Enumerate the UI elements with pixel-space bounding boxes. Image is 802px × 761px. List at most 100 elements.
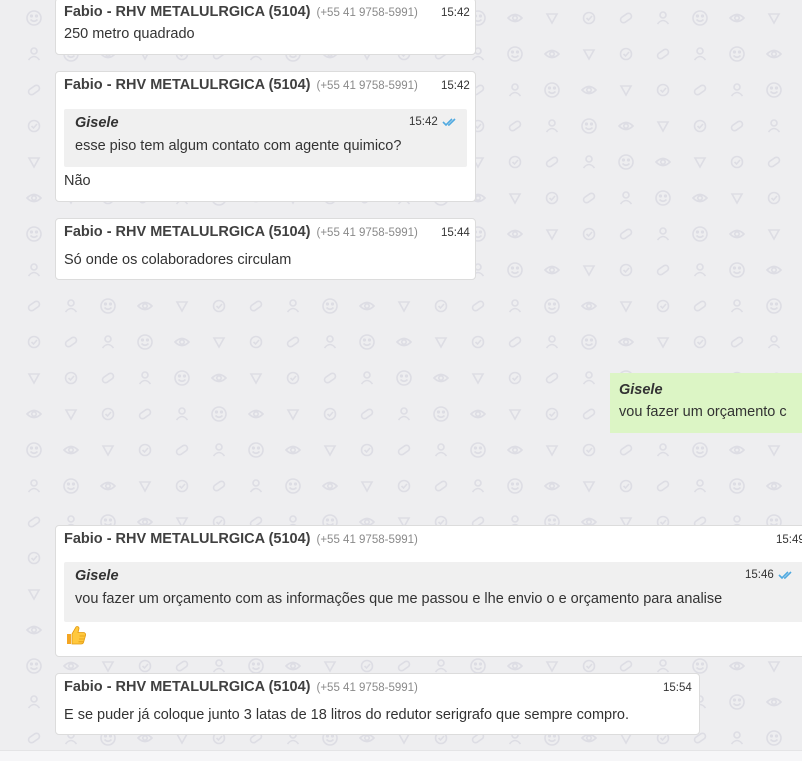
pattern-doodle <box>137 334 153 350</box>
pattern-doodle <box>767 119 781 133</box>
pattern-doodle <box>765 697 783 707</box>
pattern-doodle <box>545 13 559 25</box>
pattern-doodle <box>27 300 41 312</box>
pattern-doodle <box>175 660 189 672</box>
incoming-message[interactable]: Fabio - RHV METALULRGICA (5104) (+55 41 9… <box>55 0 476 55</box>
pattern-doodle <box>619 12 633 24</box>
pattern-doodle <box>544 298 560 314</box>
pattern-doodle <box>580 85 598 95</box>
incoming-message[interactable]: Fabio - RHV METALULRGICA (5104) (+55 41 9… <box>55 218 476 280</box>
pattern-doodle <box>728 13 746 23</box>
pattern-doodle <box>618 154 634 170</box>
composer-bar-edge <box>0 750 802 761</box>
pattern-doodle <box>766 82 782 98</box>
thumbs-up-icon <box>67 626 87 645</box>
pattern-doodle <box>581 118 597 134</box>
pattern-doodle <box>617 121 635 131</box>
pattern-doodle <box>173 337 191 347</box>
pattern-doodle <box>545 119 559 133</box>
pattern-doodle <box>247 409 265 419</box>
pattern-doodle <box>212 443 226 457</box>
message-time: 15:49 <box>776 534 802 546</box>
pattern-doodle <box>543 49 561 59</box>
pattern-doodle <box>693 47 707 61</box>
pattern-doodle <box>471 479 485 493</box>
pattern-doodle <box>693 263 707 277</box>
pattern-doodle <box>138 481 152 493</box>
pattern-doodle <box>582 265 596 277</box>
pattern-doodle <box>619 479 633 493</box>
pattern-doodle <box>101 661 115 673</box>
incoming-message[interactable]: Fabio - RHV METALULRGICA (5104) (+55 41 9… <box>55 673 700 735</box>
pattern-doodle <box>249 300 263 312</box>
pattern-doodle <box>767 191 781 205</box>
pattern-doodle <box>693 157 707 169</box>
pattern-doodle <box>543 481 561 491</box>
pattern-doodle <box>654 157 672 167</box>
pattern-doodle <box>360 443 374 457</box>
pattern-doodle <box>101 372 115 384</box>
pattern-doodle <box>507 46 523 62</box>
pattern-doodle <box>396 370 412 386</box>
pattern-doodle <box>397 301 411 313</box>
pattern-doodle <box>582 49 596 61</box>
pattern-doodle <box>27 479 41 493</box>
quoted-message[interactable]: Gisele 15:42 esse piso tem algum contato… <box>64 109 467 167</box>
pattern-doodle <box>138 659 152 673</box>
pattern-doodle <box>175 407 189 421</box>
pattern-doodle <box>728 661 746 671</box>
message-time: 15:42 <box>441 7 470 19</box>
quoted-message[interactable]: Gisele 15:46 vou fazer um orçamento com … <box>64 562 802 622</box>
pattern-doodle <box>27 516 41 528</box>
outgoing-message[interactable]: Gisele vou fazer um orçamento c <box>610 373 802 433</box>
pattern-doodle <box>693 479 707 493</box>
pattern-doodle <box>508 299 522 313</box>
pattern-doodle <box>323 661 337 673</box>
sender-name: Fabio - RHV METALULRGICA (5104) (+55 41 9… <box>64 4 418 20</box>
pattern-doodle <box>656 659 670 673</box>
pattern-doodle <box>619 85 633 97</box>
incoming-message[interactable]: Fabio - RHV METALULRGICA (5104) (+55 41 9… <box>55 71 476 202</box>
quoted-sender: Gisele <box>75 568 119 584</box>
pattern-doodle <box>729 694 745 710</box>
pattern-doodle <box>691 193 709 203</box>
pattern-doodle <box>323 335 337 349</box>
pattern-doodle <box>767 335 781 349</box>
pattern-doodle <box>507 262 523 278</box>
message-time: 15:44 <box>441 227 470 239</box>
pattern-doodle <box>656 264 670 276</box>
message-text: 250 metro quadrado <box>64 26 195 42</box>
pattern-doodle <box>693 84 707 96</box>
pattern-doodle <box>136 733 154 743</box>
incoming-message[interactable]: Fabio - RHV METALULRGICA (5104) (+55 41 9… <box>55 525 802 657</box>
pattern-doodle <box>545 229 559 241</box>
sender-phone: (+55 41 9758-5991) <box>316 80 418 92</box>
pattern-doodle <box>656 480 670 492</box>
pattern-doodle <box>508 336 522 348</box>
pattern-doodle <box>582 227 596 241</box>
pattern-doodle <box>656 227 670 241</box>
pattern-doodle <box>765 481 783 491</box>
pattern-doodle <box>619 228 633 240</box>
pattern-doodle <box>434 299 448 313</box>
pattern-doodle <box>359 334 375 350</box>
pattern-doodle <box>582 659 596 673</box>
pattern-doodle <box>64 371 78 385</box>
pattern-doodle <box>619 660 633 672</box>
pattern-doodle <box>582 11 596 25</box>
pattern-doodle <box>656 83 670 97</box>
pattern-doodle <box>323 372 337 384</box>
pattern-doodle <box>25 625 43 635</box>
pattern-doodle <box>729 46 745 62</box>
pattern-doodle <box>284 661 302 671</box>
pattern-doodle <box>692 658 708 674</box>
pattern-doodle <box>656 443 670 457</box>
pattern-doodle <box>27 157 41 169</box>
pattern-doodle <box>62 445 80 455</box>
pattern-doodle <box>175 444 189 456</box>
pattern-doodle <box>286 299 300 313</box>
pattern-doodle <box>543 265 561 275</box>
pattern-doodle <box>766 730 782 746</box>
pattern-doodle <box>766 298 782 314</box>
message-text: E se puder já coloque junto 3 latas de 1… <box>64 707 630 723</box>
